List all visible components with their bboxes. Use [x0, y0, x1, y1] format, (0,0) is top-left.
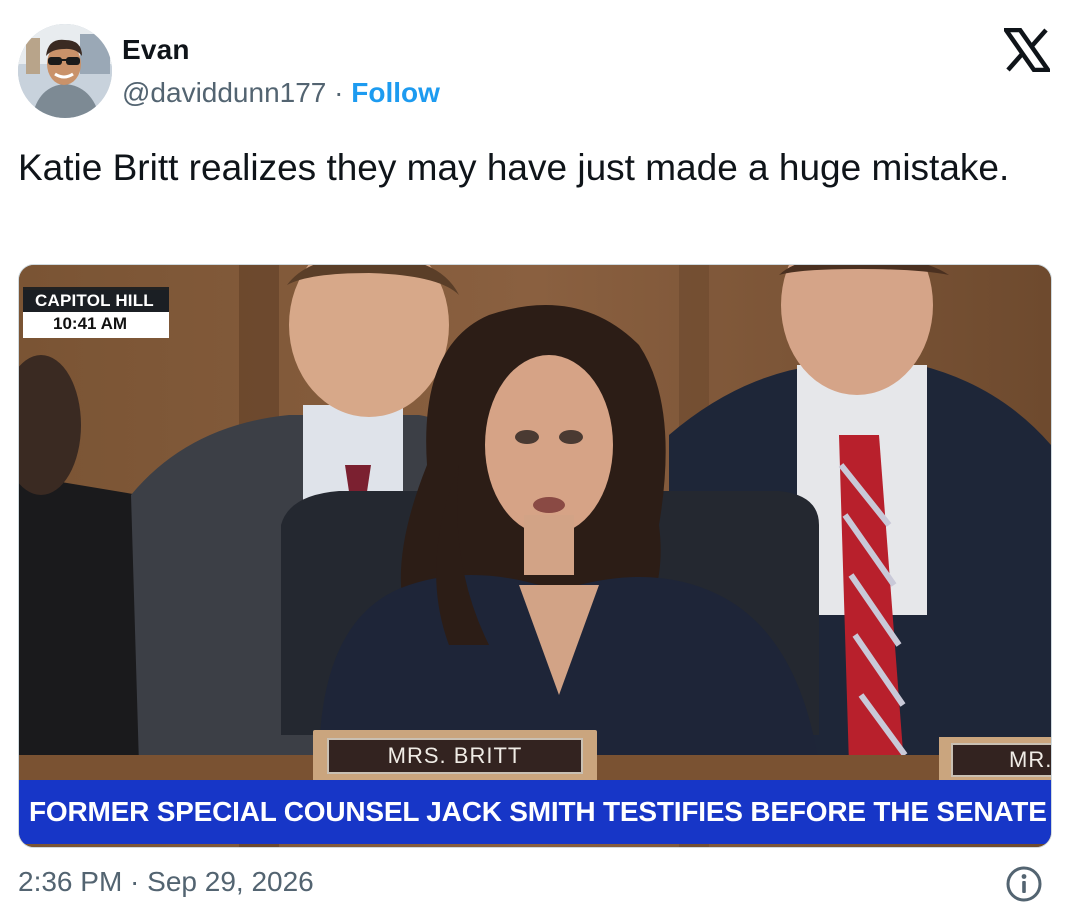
tweet-text: Katie Britt realizes they may have just …: [18, 147, 1010, 188]
author-avatar[interactable]: [18, 24, 112, 118]
avatar-photo: [18, 24, 112, 118]
tweet-media-video-frame[interactable]: CAPITOL HILL 10:41 AM MRS. BRITT MR. S F…: [18, 264, 1052, 848]
news-ticker: FORMER SPECIAL COUNSEL JACK SMITH TESTIF…: [19, 780, 1051, 844]
info-icon[interactable]: [1004, 864, 1044, 904]
bug-time: 10:41 AM: [23, 312, 169, 336]
tweet-timestamp[interactable]: 2:36 PM · Sep 29, 2026: [18, 866, 314, 898]
nameplate-britt: MRS. BRITT: [313, 730, 597, 782]
nameplate-partial-text: MR. S: [951, 743, 1051, 777]
tweet-card: Evan @daviddunn177 · Follow Katie Britt …: [0, 0, 1080, 920]
author-handle-row: @daviddunn177 · Follow: [122, 77, 440, 109]
nameplate-partial: MR. S: [939, 737, 1051, 783]
x-logo-icon[interactable]: [1004, 28, 1050, 72]
nameplate-text: MRS. BRITT: [327, 738, 583, 774]
author-handle[interactable]: @daviddunn177: [122, 77, 326, 108]
location-time-bug: CAPITOL HILL 10:41 AM: [23, 287, 169, 338]
author-name[interactable]: Evan: [122, 34, 190, 66]
follow-button[interactable]: Follow: [351, 77, 440, 108]
separator-dot: ·: [334, 77, 344, 108]
bug-location: CAPITOL HILL: [23, 290, 169, 312]
